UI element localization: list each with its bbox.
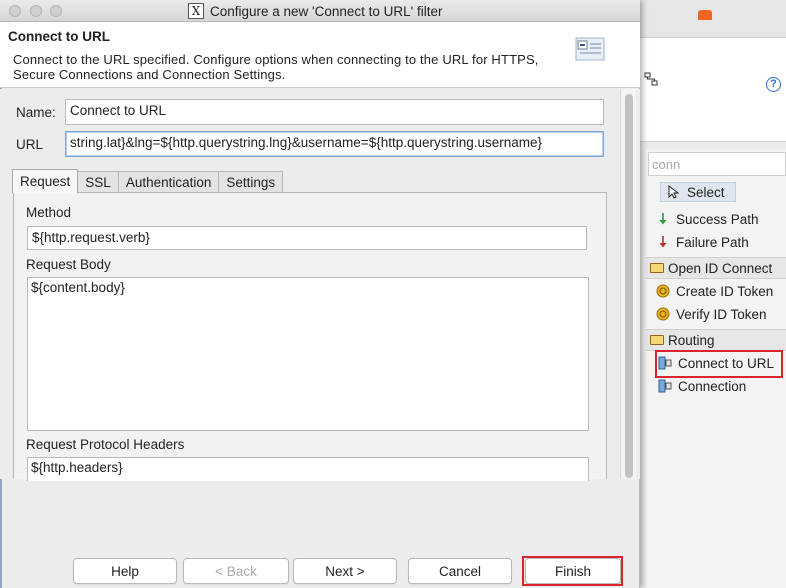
next-button[interactable]: Next > xyxy=(293,558,397,584)
token-coin-icon xyxy=(656,307,670,321)
method-label: Method xyxy=(26,205,72,220)
back-button[interactable]: < Back xyxy=(183,558,289,584)
filter-palette: conn Select Success Path Failure Path Op… xyxy=(646,150,786,588)
request-body-label: Request Body xyxy=(26,257,111,272)
configure-filter-dialog: X Configure a new 'Connect to URL' filte… xyxy=(0,0,640,588)
tab-authentication[interactable]: Authentication xyxy=(117,171,220,193)
content-scrollbar[interactable] xyxy=(620,89,636,479)
down-arrow-green-icon xyxy=(656,212,670,226)
category-routing-label: Routing xyxy=(668,332,715,348)
request-body-textarea[interactable]: ${content.body} xyxy=(27,277,589,431)
connection-label: Connection xyxy=(678,378,747,394)
palette-connection[interactable]: Connection xyxy=(658,376,786,396)
dialog-content: Name: Connect to URL URL string.lat}&lng… xyxy=(0,89,640,481)
close-window-button[interactable] xyxy=(9,5,21,17)
tab-ssl[interactable]: SSL xyxy=(77,171,119,193)
url-label: URL xyxy=(16,137,44,152)
palette-success-label: Success Path xyxy=(676,211,759,227)
palette-verify-id-token[interactable]: Verify ID Token xyxy=(656,304,786,324)
palette-success-path[interactable]: Success Path xyxy=(656,209,786,229)
help-button[interactable]: Help xyxy=(73,558,177,584)
request-headers-textarea[interactable]: ${http.headers} xyxy=(27,457,589,481)
token-coin-icon xyxy=(656,284,670,298)
filter-form-icon xyxy=(575,37,605,61)
create-id-token-label: Create ID Token xyxy=(676,283,774,299)
title-bar: X Configure a new 'Connect to URL' filte… xyxy=(0,0,640,22)
request-headers-label: Request Protocol Headers xyxy=(26,437,185,452)
palette-select-label: Select xyxy=(687,184,725,200)
verify-id-token-label: Verify ID Token xyxy=(676,306,767,322)
url-input[interactable]: string.lat}&lng=${http.querystring.lng}&… xyxy=(65,131,604,157)
palette-category-openid[interactable]: Open ID Connect xyxy=(646,257,786,279)
tab-settings[interactable]: Settings xyxy=(218,171,284,193)
zoom-window-button[interactable] xyxy=(50,5,62,17)
palette-category-routing[interactable]: Routing xyxy=(646,329,786,351)
category-openid-label: Open ID Connect xyxy=(668,260,773,276)
name-label: Name: xyxy=(16,105,56,120)
pointer-icon xyxy=(667,184,681,199)
wizard-description: Connect to the URL specified. Configure … xyxy=(13,52,539,82)
request-tab-panel: Method ${http.request.verb} Request Body… xyxy=(13,192,607,481)
method-input[interactable]: ${http.request.verb} xyxy=(27,226,587,250)
network-icon[interactable] xyxy=(644,72,658,86)
minimize-window-button[interactable] xyxy=(30,5,42,17)
wizard-header: Connect to URL Connect to the URL specif… xyxy=(0,22,640,88)
palette-failure-path[interactable]: Failure Path xyxy=(656,232,786,252)
background-app: ? conn Select Success Path Failure Path … xyxy=(640,0,786,588)
tab-request[interactable]: Request xyxy=(12,169,79,193)
palette-failure-label: Failure Path xyxy=(676,234,749,250)
content-scrollbar-thumb[interactable] xyxy=(625,94,633,478)
app-top-strip xyxy=(640,0,786,38)
cancel-button[interactable]: Cancel xyxy=(408,558,512,584)
down-arrow-red-icon xyxy=(656,235,670,249)
wizard-title: Connect to URL xyxy=(8,29,110,44)
window-title-text: Configure a new 'Connect to URL' filter xyxy=(210,3,443,19)
window-title: X Configure a new 'Connect to URL' filte… xyxy=(188,2,443,20)
app-toolbar: ? xyxy=(640,38,786,142)
palette-search-input[interactable]: conn xyxy=(648,152,786,176)
folder-icon xyxy=(650,263,664,273)
tab-bar: Request SSL Authentication Settings xyxy=(12,169,284,193)
palette-create-id-token[interactable]: Create ID Token xyxy=(656,281,786,301)
finish-highlight xyxy=(522,556,623,586)
folder-icon xyxy=(650,335,664,345)
name-input[interactable]: Connect to URL xyxy=(65,99,604,125)
help-icon[interactable]: ? xyxy=(766,77,781,92)
x11-icon: X xyxy=(188,3,204,19)
app-badge-icon xyxy=(698,10,712,20)
connect-url-icon xyxy=(658,379,672,393)
connect-to-url-highlight xyxy=(655,350,783,378)
palette-select-tool[interactable]: Select xyxy=(660,182,736,202)
